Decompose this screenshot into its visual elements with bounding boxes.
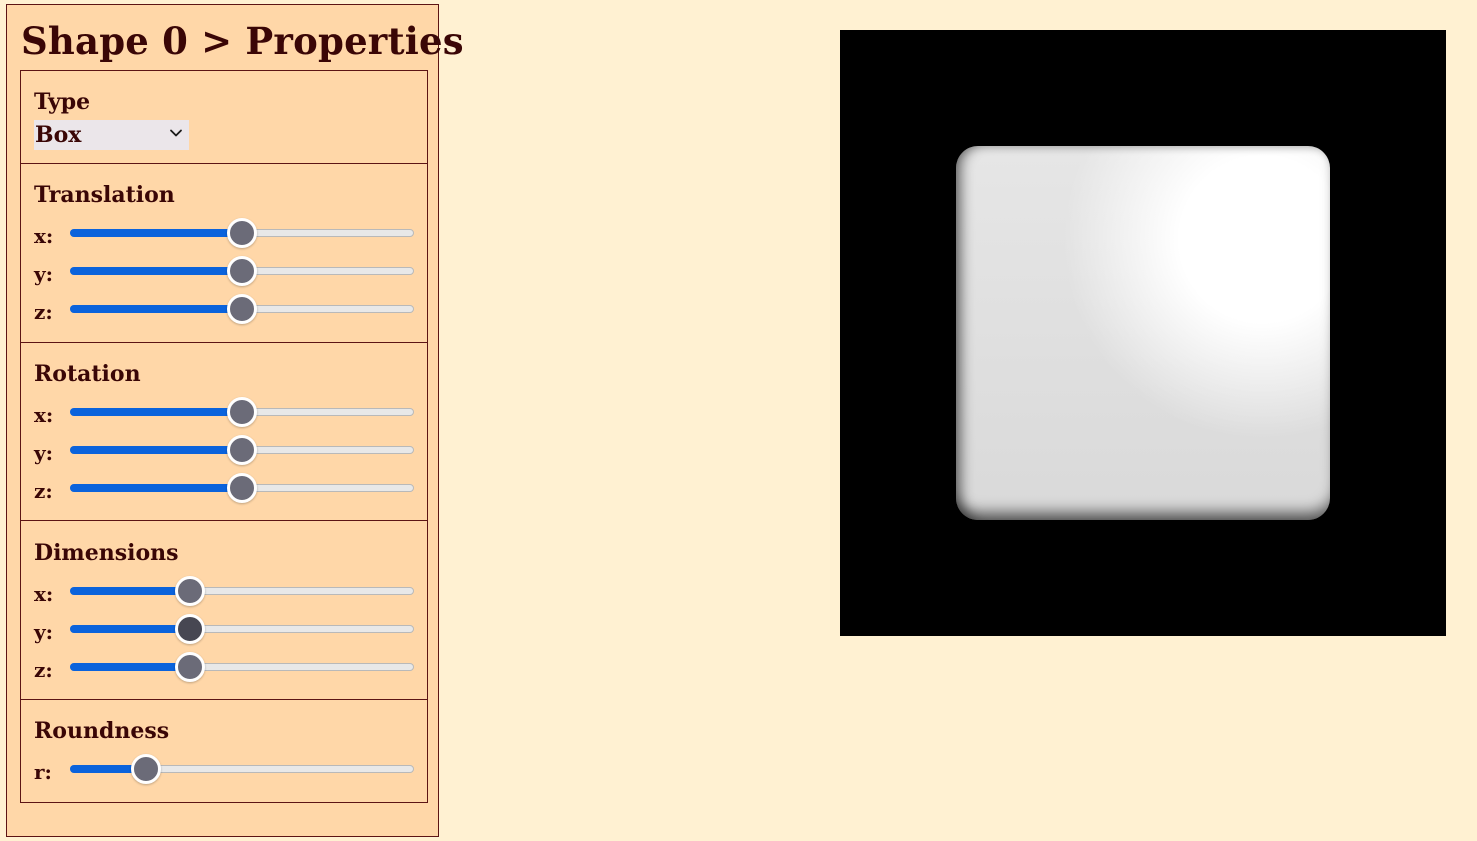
slider-fill — [70, 625, 190, 633]
rotation-section-title: Rotation — [34, 361, 141, 387]
translation-y-label: y: — [34, 262, 54, 286]
rotation-x-label: x: — [34, 403, 54, 427]
roundness-r-label: r: — [34, 760, 52, 784]
slider-fill — [70, 408, 242, 416]
translation-section: Translation x: y: z: — [20, 163, 428, 343]
translation-z-label: z: — [34, 300, 53, 324]
shape-type-select[interactable]: Box — [34, 120, 189, 150]
type-section: Type Box — [20, 70, 428, 164]
translation-y-slider[interactable] — [70, 256, 414, 287]
dimensions-x-slider[interactable] — [70, 576, 414, 607]
slider-thumb[interactable] — [227, 397, 257, 427]
properties-panel: Shape 0 > Properties Type Box Translatio… — [6, 4, 464, 837]
slider-thumb[interactable] — [175, 576, 205, 606]
dimensions-section-title: Dimensions — [34, 540, 179, 566]
rotation-z-slider[interactable] — [70, 473, 414, 504]
slider-thumb[interactable] — [175, 652, 205, 682]
slider-fill — [70, 229, 242, 237]
slider-thumb[interactable] — [227, 473, 257, 503]
roundness-r-slider[interactable] — [70, 754, 414, 785]
translation-x-slider[interactable] — [70, 218, 414, 249]
type-section-title: Type — [34, 89, 91, 115]
slider-fill — [70, 305, 242, 313]
translation-section-title: Translation — [34, 182, 175, 208]
slider-thumb[interactable] — [227, 294, 257, 324]
rendered-rounded-box — [956, 146, 1330, 520]
slider-thumb[interactable] — [175, 614, 205, 644]
panel-title: Shape 0 > Properties — [21, 19, 464, 63]
chevron-down-icon — [170, 129, 182, 137]
rotation-z-label: z: — [34, 479, 53, 503]
rotation-y-slider[interactable] — [70, 435, 414, 466]
slider-thumb[interactable] — [227, 435, 257, 465]
dimensions-section: Dimensions x: y: z: — [20, 520, 428, 700]
slider-fill — [70, 663, 190, 671]
slider-fill — [70, 267, 242, 275]
slider-thumb[interactable] — [227, 256, 257, 286]
roundness-section-title: Roundness — [34, 718, 170, 744]
rotation-section: Rotation x: y: z: — [20, 342, 428, 521]
roundness-section: Roundness r: — [20, 699, 428, 803]
dimensions-x-label: x: — [34, 582, 54, 606]
translation-x-label: x: — [34, 224, 54, 248]
slider-thumb[interactable] — [227, 218, 257, 248]
slider-fill — [70, 587, 190, 595]
dimensions-y-label: y: — [34, 620, 54, 644]
rotation-y-label: y: — [34, 441, 54, 465]
rotation-x-slider[interactable] — [70, 397, 414, 428]
dimensions-y-slider[interactable] — [70, 614, 414, 645]
dimensions-z-label: z: — [34, 658, 53, 682]
dimensions-z-slider[interactable] — [70, 652, 414, 683]
slider-fill — [70, 484, 242, 492]
shape-type-selected-value: Box — [35, 122, 82, 148]
3d-viewport-canvas[interactable] — [840, 30, 1446, 636]
translation-z-slider[interactable] — [70, 294, 414, 325]
slider-fill — [70, 446, 242, 454]
slider-thumb[interactable] — [131, 754, 161, 784]
